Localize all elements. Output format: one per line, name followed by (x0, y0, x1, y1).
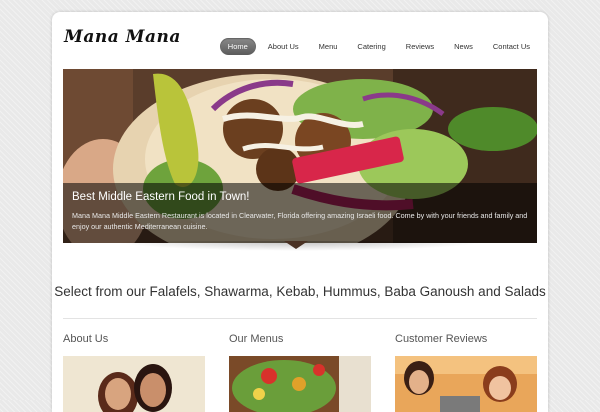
tagline: Select from our Falafels, Shawarma, Keba… (54, 284, 546, 299)
nav-item-home[interactable]: Home (219, 38, 256, 55)
main-nav: Home About Us Menu Catering Reviews News… (219, 38, 538, 55)
about-us-thumbnail[interactable] (63, 356, 205, 412)
two-women-photo (63, 356, 205, 412)
page-container: Mana Mana Home About Us Menu Catering Re… (52, 12, 548, 412)
nav-item-catering[interactable]: Catering (349, 38, 393, 55)
salad-photo (229, 356, 371, 412)
hero-caption: Best Middle Eastern Food in Town! Mana M… (63, 183, 537, 243)
about-us-heading[interactable]: About Us (63, 333, 108, 345)
section-divider (63, 318, 537, 319)
nav-item-menu[interactable]: Menu (311, 38, 346, 55)
hero-description: Mana Mana Middle Eastern Restaurant is l… (72, 211, 528, 231)
diners-photo (395, 356, 537, 412)
hero-title: Best Middle Eastern Food in Town! (72, 191, 250, 203)
nav-item-contact-us[interactable]: Contact Us (485, 38, 538, 55)
nav-item-reviews[interactable]: Reviews (398, 38, 442, 55)
our-menus-thumbnail[interactable] (229, 356, 371, 412)
nav-item-news[interactable]: News (446, 38, 481, 55)
our-menus-heading[interactable]: Our Menus (229, 333, 283, 345)
nav-item-about-us[interactable]: About Us (260, 38, 307, 55)
site-logo[interactable]: Mana Mana (64, 27, 181, 47)
hero-pointer (284, 241, 308, 249)
hero-slider[interactable]: Best Middle Eastern Food in Town! Mana M… (63, 69, 537, 243)
customer-reviews-heading[interactable]: Customer Reviews (395, 333, 487, 345)
customer-reviews-thumbnail[interactable] (395, 356, 537, 412)
